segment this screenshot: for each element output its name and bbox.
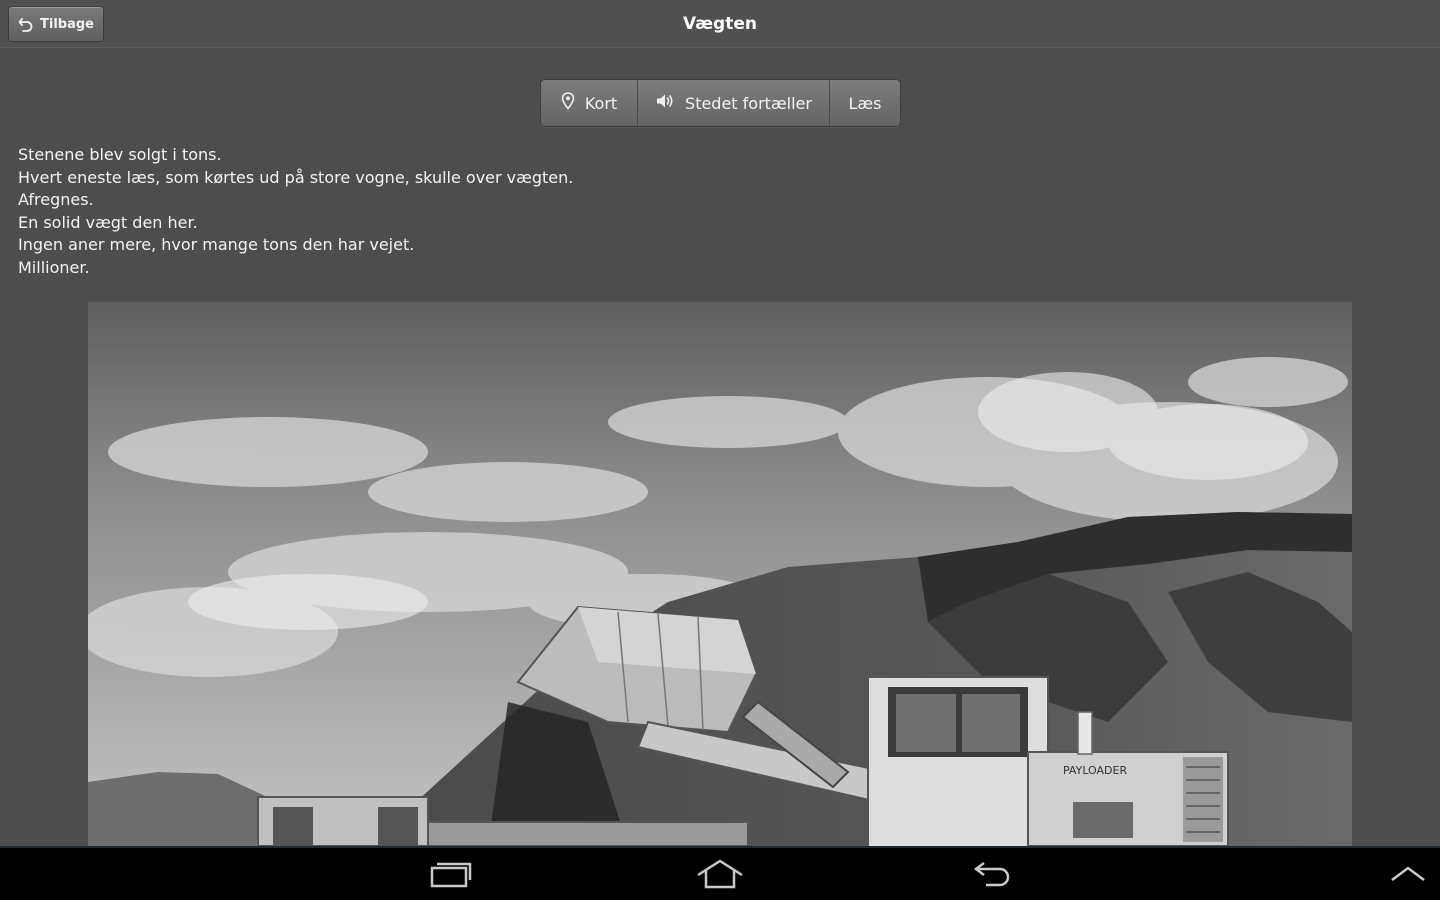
story-text: Stenene blev solgt i tons. Hvert eneste …	[18, 144, 918, 280]
speaker-icon	[655, 92, 675, 114]
tab-laes-label: Læs	[848, 93, 882, 113]
home-button[interactable]	[688, 856, 752, 896]
home-icon	[694, 859, 746, 893]
story-line: Hvert eneste læs, som kørtes ud på store…	[18, 167, 574, 187]
header-bar: Tilbage Vægten	[0, 0, 1440, 48]
tab-stedet-fortaeller-label: Stedet fortæller	[685, 93, 812, 113]
story-line: Afregnes.	[18, 190, 94, 210]
app-screen: Tilbage Vægten Kort Stedet fortæller Læs…	[0, 0, 1440, 900]
back-nav-button[interactable]	[960, 856, 1024, 896]
story-line: Millioner.	[18, 257, 90, 277]
recent-apps-icon	[428, 860, 472, 892]
page-title: Vægten	[683, 14, 757, 34]
tab-kort-label: Kort	[584, 93, 618, 113]
story-line: En solid vægt den her.	[18, 212, 198, 232]
loader-label: PAYLOADER	[1063, 764, 1127, 777]
menu-up-icon	[1388, 864, 1428, 888]
story-line: Ingen aner mere, hvor mange tons den har…	[18, 235, 415, 255]
undo-arrow-icon	[18, 16, 34, 32]
map-pin-icon	[561, 92, 575, 114]
system-nav-bar	[0, 846, 1440, 900]
tab-laes[interactable]: Læs	[830, 80, 900, 126]
tab-stedet-fortaeller[interactable]: Stedet fortæller	[638, 80, 830, 126]
story-photo: PAYLOADER	[88, 302, 1352, 846]
back-nav-icon	[970, 859, 1014, 893]
back-button[interactable]: Tilbage	[8, 6, 104, 42]
story-line: Stenene blev solgt i tons.	[18, 145, 222, 164]
back-button-label: Tilbage	[40, 16, 94, 32]
menu-up-button[interactable]	[1376, 856, 1440, 896]
tab-kort[interactable]: Kort	[541, 80, 638, 126]
recent-apps-button[interactable]	[418, 856, 482, 896]
view-switcher: Kort Stedet fortæller Læs	[540, 79, 901, 127]
